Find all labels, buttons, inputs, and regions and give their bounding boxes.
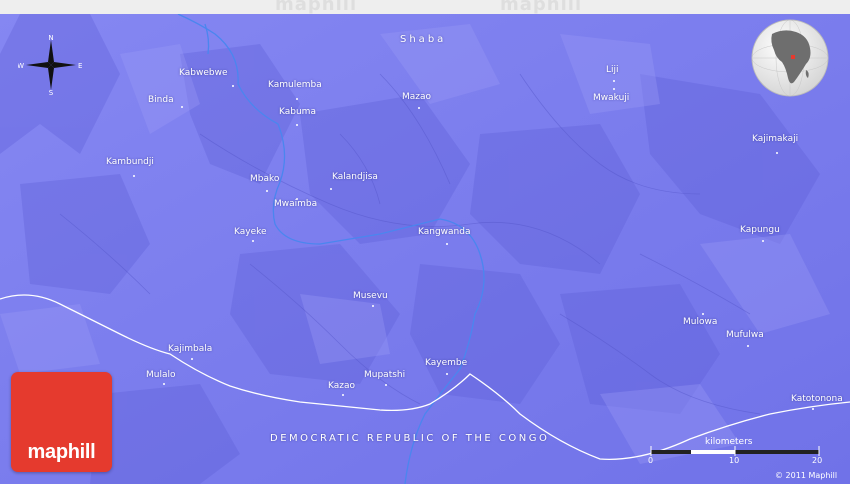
place-label: Mulalo [146,370,176,380]
place-marker [446,373,448,375]
place-marker [812,408,814,410]
place-label: Kangwanda [418,227,471,237]
place-label: Kabuma [279,107,316,117]
place-label: Kazao [328,381,356,391]
place-marker [613,80,615,82]
place-marker [163,383,165,385]
place-label: Musevu [353,291,388,301]
place-marker [296,98,298,100]
place-label: Mwakuji [593,93,630,103]
place-label: Kapungu [740,225,780,235]
place-marker [776,152,778,154]
place-marker [702,313,704,315]
compass-rose-icon: N S E W [18,34,82,96]
place-label: Kambundji [106,157,154,167]
place-marker [252,240,254,242]
compass-south: S [49,89,54,96]
scale-tick-label: 10 [729,456,740,465]
place-label: Kayeke [234,227,267,237]
place-marker [418,107,420,109]
place-label: Liji [606,65,619,75]
place-marker [372,305,374,307]
place-marker [232,85,234,87]
place-label: Binda [148,95,174,105]
place-marker [385,384,387,386]
place-label: Kalandjisa [332,172,378,182]
compass-west: W [18,62,24,70]
logo-text: maphill [27,441,96,463]
place-marker [181,106,183,108]
place-label: Kajimbala [168,344,213,354]
place-label: Kajimakaji [752,134,799,144]
place-marker [446,243,448,245]
place-label: Mbako [250,174,280,184]
place-label: Kamulemba [268,80,322,90]
place-label: Mwaimba [274,199,318,209]
region-label: Shaba [400,34,447,45]
place-label: Mazao [402,92,432,102]
map-view[interactable]: maphill maphill Shaba DEMOCRATIC REPUBLI… [0,0,850,484]
top-bar: maphill maphill [0,0,850,15]
place-marker [133,175,135,177]
compass-north: N [48,34,53,42]
compass-east: E [78,62,82,70]
place-marker [191,358,193,360]
place-label: Katotonona [791,394,843,404]
place-marker [266,190,268,192]
place-label: Kayembe [425,358,468,368]
country-label: DEMOCRATIC REPUBLIC OF THE CONGO [270,433,550,444]
copyright-text: © 2011 Maphill [775,471,838,480]
place-marker [613,88,615,90]
place-label: Mufulwa [726,330,764,340]
place-marker [342,394,344,396]
globe-locator-icon [751,19,829,97]
place-marker [762,240,764,242]
place-label: Mupatshi [364,370,406,380]
maphill-logo[interactable]: maphill [11,372,112,472]
scale-tick-label: 20 [812,456,823,465]
watermark-text: maphill [500,0,583,15]
place-label: Kabwebwe [179,68,228,78]
place-marker [747,345,749,347]
place-marker [330,188,332,190]
watermark-text: maphill [275,0,358,15]
terrain-relief[interactable] [0,14,850,484]
place-label: Mulowa [683,317,718,327]
scale-tick-label: 0 [648,456,654,465]
place-marker [296,124,298,126]
